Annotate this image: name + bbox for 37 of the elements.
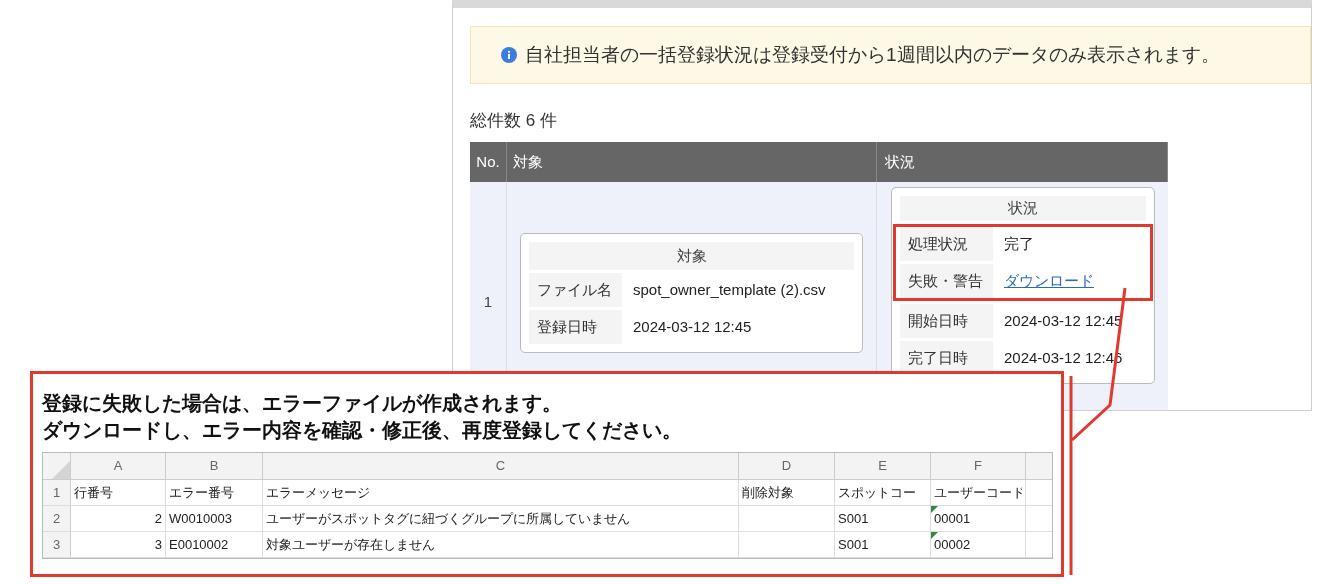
row-header: 1 bbox=[43, 480, 71, 505]
field-label: 処理状況 bbox=[900, 227, 993, 261]
download-link[interactable]: ダウンロード bbox=[1004, 269, 1094, 293]
column-letter: B bbox=[166, 453, 263, 479]
sheet-cell-text: ユーザーがスポットタグに紐づくグループに所属していません bbox=[266, 509, 630, 528]
notice-text: 自社担当者の一括登録状況は登録受付から1週間以内のデータのみ表示されます。 bbox=[525, 42, 1220, 67]
sheet-cell-text: S001 bbox=[838, 509, 869, 528]
sheet-cell-text: 00001 bbox=[934, 509, 971, 528]
sheet-cell-text: W0010003 bbox=[169, 509, 232, 528]
sheet-cell-text: 行番号 bbox=[74, 483, 113, 502]
column-letter: C bbox=[263, 453, 739, 479]
sheet-cell-text: 対象ユーザーが存在しません bbox=[266, 535, 435, 554]
sheet-cell-text: エラー番号 bbox=[169, 483, 234, 502]
row-header: 2 bbox=[43, 506, 71, 531]
sheet-cell-text: 3 bbox=[154, 535, 162, 554]
field-label: 開始日時 bbox=[900, 304, 993, 338]
card-title: 状況 bbox=[900, 196, 1146, 221]
column-letter: F bbox=[931, 453, 1026, 479]
column-letter: D bbox=[739, 453, 835, 479]
info-icon bbox=[501, 47, 517, 63]
sheet-cell-text: 2 bbox=[154, 509, 162, 528]
sheet-cell-text: S001 bbox=[838, 535, 869, 554]
row-header: 3 bbox=[43, 532, 71, 557]
card-title: 対象 bbox=[529, 242, 854, 270]
sheet-cell-text: E0010002 bbox=[169, 535, 229, 554]
sheet-cell-text: エラーメッセージ bbox=[266, 483, 370, 502]
column-letter: E bbox=[835, 453, 931, 479]
field-label: 登録日時 bbox=[529, 310, 622, 344]
callout-text: 登録に失敗した場合は、エラーファイルが作成されます。 bbox=[42, 391, 562, 416]
sheet-cell-text: スポットコー bbox=[838, 483, 916, 502]
callout-text: ダウンロードし、エラー内容を確認・修正後、再度登録してください。 bbox=[42, 418, 682, 443]
column-letter: A bbox=[71, 453, 166, 479]
total-count: 総件数 6 件 bbox=[470, 110, 557, 132]
sheet-cell-text: 00002 bbox=[934, 535, 971, 554]
field-label: ファイル名 bbox=[529, 273, 622, 307]
sheet-cell-text: 削除対象 bbox=[742, 483, 794, 502]
field-label: 失敗・警告 bbox=[900, 264, 993, 298]
